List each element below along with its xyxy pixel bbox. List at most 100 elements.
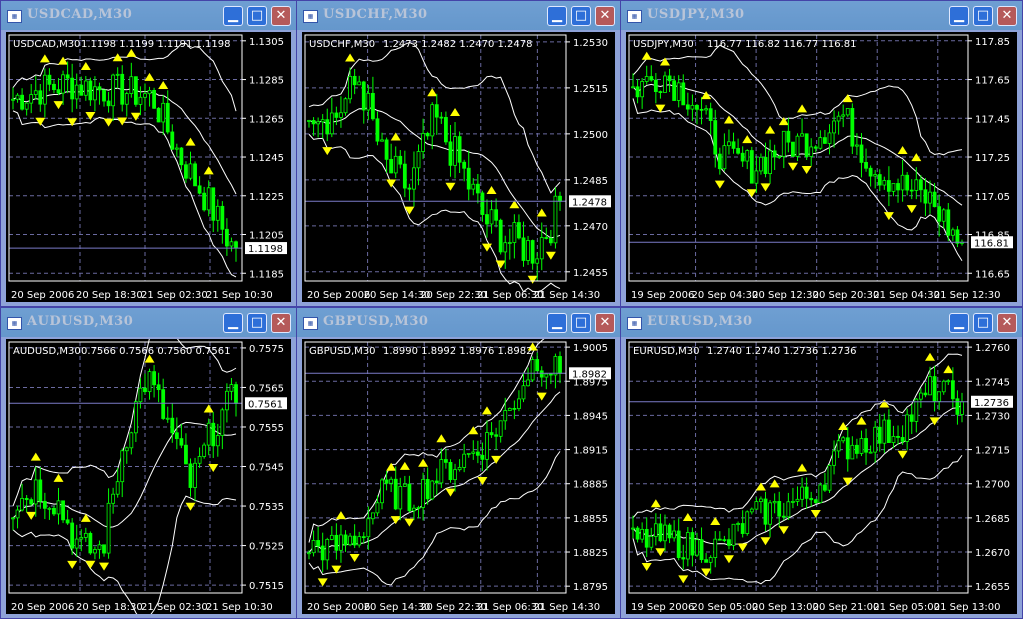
candle [74,73,79,109]
chart-window-usdcad[interactable]: ▦ USDCAD,M30 ▁ □ ✕ 1.1305 1.1285 1.1265 1.1… [0,0,297,307]
candle [380,477,384,510]
price-chart[interactable]: 1.1305 1.1285 1.1265 1.1245 1.1225 1.1205 1.11… [6,32,291,302]
close-button[interactable]: ✕ [997,313,1017,333]
minimize-button[interactable]: ▁ [223,6,243,26]
title-bar[interactable]: ▦ EURUSD,M30 ▁ □ ✕ [621,308,1022,337]
candle [174,143,179,157]
candle [453,122,457,179]
symbol-label: EURUSD,M30 [633,346,699,357]
candle [124,91,129,117]
candle [813,145,818,153]
current-price-label: 116.81 [974,238,1009,249]
chart-window-usdchf[interactable]: ▦ USDCHF,M30 ▁ □ ✕ 1.2530 1.2515 1.2500 1.2… [296,0,621,307]
minimize-button[interactable]: ▁ [949,313,969,333]
window-title: GBPUSD,M30 [323,314,429,329]
title-bar[interactable]: ▦ USDJPY,M30 ▁ □ ✕ [621,1,1022,30]
candle [402,475,407,487]
fractal-up-icon [742,135,753,144]
fractal-down-icon [545,251,556,260]
price-tick-label: 0.7575 [249,344,284,355]
minimize-button[interactable]: ▁ [547,313,567,333]
close-button[interactable]: ✕ [271,6,291,26]
price-tick-label: 1.2470 [573,222,608,233]
candle [352,524,357,549]
title-bar[interactable]: ▦ USDCAD,M30 ▁ □ ✕ [1,1,296,30]
close-button[interactable]: ✕ [997,6,1017,26]
fractal-up-icon [158,81,169,90]
candle [165,406,170,423]
candle [339,525,343,563]
fractal-up-icon [203,166,214,175]
candle [197,176,202,195]
chart-window-eurusd[interactable]: ▦ EURUSD,M30 ▁ □ ✕ 1.2760 1.2745 1.2730 1.2… [620,307,1023,619]
chart-window-usdjpy[interactable]: ▦ USDJPY,M30 ▁ □ ✕ 117.85 117.65 117.45 117… [620,0,1023,307]
fractal-up-icon [80,61,91,70]
fractal-up-icon [897,145,908,154]
candle [434,468,439,495]
close-icon: ✕ [1001,315,1013,330]
fractal-down-icon [390,516,401,525]
chart-window-icon: ▦ [303,317,318,330]
maximize-button[interactable]: □ [247,313,267,333]
candle [234,381,238,417]
maximize-button[interactable]: □ [571,313,591,333]
maximize-button[interactable]: □ [973,6,993,26]
fractal-up-icon [345,53,356,62]
candle [448,459,453,483]
maximize-button[interactable]: □ [973,313,993,333]
minimize-button[interactable]: ▁ [949,6,969,26]
maximize-button[interactable]: □ [571,6,591,26]
price-chart[interactable]: 1.2760 1.2745 1.2730 1.2715 1.2700 1.2685 1.26… [626,339,1017,614]
close-button[interactable]: ✕ [271,313,291,333]
title-bar[interactable]: ▦ AUDUSD,M30 ▁ □ ✕ [1,308,296,337]
candle [539,222,544,271]
candle [439,448,444,489]
fractal-down-icon [491,455,502,464]
price-tick-label: 1.2685 [975,514,1010,525]
candle [512,214,517,259]
candle [102,89,106,107]
candle [357,531,362,548]
fractal-up-icon [418,458,429,467]
candle [717,147,722,175]
candle [361,80,366,124]
candle [507,407,512,411]
minimize-button[interactable]: ▁ [223,313,243,333]
fractal-up-icon [436,434,447,443]
candle [480,190,485,222]
price-chart[interactable]: 117.85 117.65 117.45 117.25 117.05 116.85 116.… [626,32,1017,302]
fractal-down-icon [678,575,689,584]
price-tick-label: 1.8825 [573,548,608,559]
chart-window-gbpusd[interactable]: ▦ GBPUSD,M30 ▁ □ ✕ 1.9005 1.8975 1.8945 1.8… [296,307,621,619]
candle [845,108,850,117]
title-bar[interactable]: ▦ GBPUSD,M30 ▁ □ ✕ [297,308,620,337]
maximize-button[interactable]: □ [247,6,267,26]
candle [357,75,362,86]
chart-window-audusd[interactable]: ▦ AUDUSD,M30 ▁ □ ✕ 0.7575 0.7565 0.7555 0.7… [0,307,297,619]
candle [754,155,759,193]
candle [745,149,750,170]
candle [713,531,718,568]
candle [690,527,695,567]
candle [676,518,681,561]
candle [530,356,535,383]
fractal-down-icon [53,101,64,110]
fractal-down-icon [801,166,812,175]
fractal-down-icon [536,392,547,401]
close-button[interactable]: ✕ [595,313,615,333]
current-price-label: 0.7561 [248,399,283,410]
time-tick-label: 21 Sep 04:30 [873,290,940,301]
price-chart[interactable]: 1.2530 1.2515 1.2500 1.2485 1.2470 1.2455 20 S… [302,32,615,302]
close-button[interactable]: ✕ [595,6,615,26]
candle [56,487,61,525]
minimize-button[interactable]: ▁ [547,6,567,26]
price-chart[interactable]: 0.7575 0.7565 0.7555 0.7545 0.7535 0.7525 0.75… [6,339,291,614]
price-chart[interactable]: 1.9005 1.8975 1.8945 1.8915 1.8885 1.8855 1.88… [302,339,615,614]
candle [475,440,480,464]
title-bar[interactable]: ▦ USDCHF,M30 ▁ □ ✕ [297,1,620,30]
candle [845,427,850,472]
candle [681,544,686,570]
candle [891,183,896,197]
candle [188,458,193,497]
current-price-label: 1.1198 [248,244,283,255]
